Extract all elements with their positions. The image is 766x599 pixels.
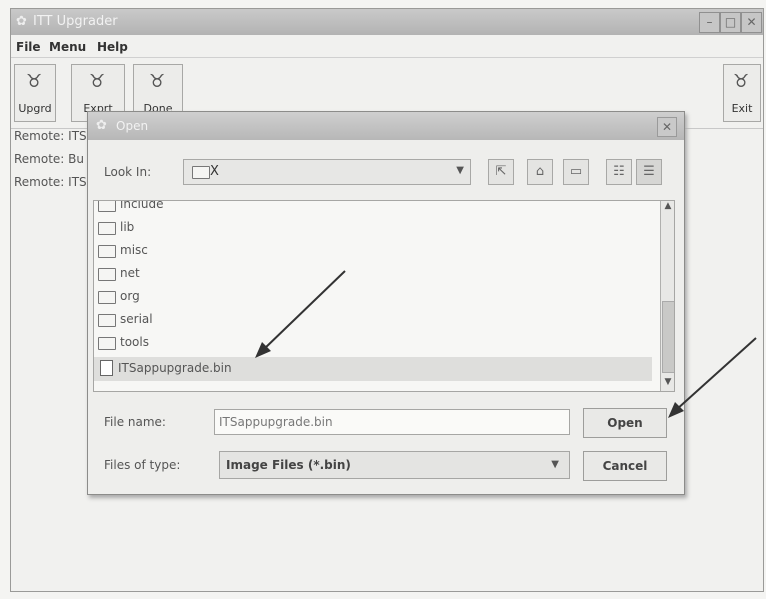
annotation-arrows [255, 270, 757, 418]
arrow-to-open-button [675, 337, 757, 411]
arrow-to-file [262, 270, 346, 351]
